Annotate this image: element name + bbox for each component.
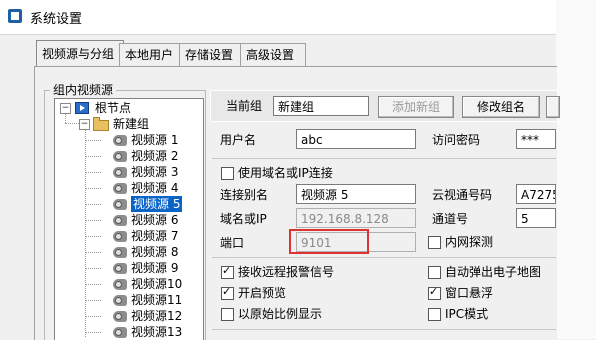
- remote-alarm-checkbox[interactable]: [221, 264, 234, 279]
- tree-source-item[interactable]: 视频源11: [131, 292, 182, 308]
- tree-source-item[interactable]: 视频源12: [131, 308, 182, 324]
- camera-icon: [113, 183, 127, 194]
- camera-icon: [113, 263, 127, 274]
- cloud-id-input[interactable]: A72753: [516, 184, 556, 204]
- camera-icon: [113, 215, 127, 226]
- camera-icon: [113, 327, 127, 338]
- channel-label: 通道号: [432, 212, 469, 226]
- tree-source-item[interactable]: 视频源 4: [131, 180, 178, 196]
- cloud-id-label: 云视通号码: [432, 188, 493, 202]
- title-bar: 系统设置: [0, 0, 556, 35]
- tree-source-item[interactable]: 视频源 6: [131, 212, 178, 228]
- port-label: 端口: [220, 236, 245, 250]
- preview-label: 开启预览: [238, 286, 287, 300]
- password-input[interactable]: ***: [516, 129, 556, 149]
- auto-map-label: 自动弹出电子地图: [445, 265, 542, 279]
- more-button[interactable]: [546, 96, 560, 118]
- window-float-checkbox[interactable]: [428, 285, 441, 300]
- camera-icon: [113, 167, 127, 178]
- tree-source-item[interactable]: 视频源 8: [131, 244, 178, 260]
- divider: [212, 329, 556, 330]
- tree-group-node[interactable]: 新建组: [113, 116, 149, 132]
- tab-local-users[interactable]: 本地用户: [119, 43, 183, 66]
- domain-input[interactable]: 192.168.8.128: [296, 208, 416, 228]
- remote-alarm-label: 接收远程报警信号: [238, 265, 335, 279]
- tab-advanced-settings[interactable]: 高级设置: [240, 43, 306, 66]
- source-tree[interactable]: − 根节点 − 新建组 视频源 1 视频源 2 视频源 3 视频源 4 视频源 5 视频源…: [54, 98, 204, 340]
- folder-icon: [93, 117, 109, 131]
- tree-source-item[interactable]: 视频源10: [131, 276, 182, 292]
- background-window: [556, 0, 596, 339]
- original-ratio-checkbox[interactable]: [221, 308, 234, 321]
- camera-icon: [113, 135, 127, 146]
- collapse-icon[interactable]: −: [79, 119, 90, 130]
- camera-icon: [113, 279, 127, 290]
- alias-input[interactable]: 视频源 5: [296, 184, 416, 204]
- root-node-icon: [75, 102, 89, 114]
- tab-video-source-group[interactable]: 视频源与分组: [36, 40, 124, 67]
- divider: [212, 257, 556, 258]
- ipc-mode-label: IPC模式: [445, 307, 489, 321]
- ipc-mode-checkbox[interactable]: [428, 308, 441, 321]
- add-group-button[interactable]: 添加新组: [378, 96, 454, 118]
- tree-root-node[interactable]: 根节点: [95, 100, 131, 116]
- lan-probe-label: 内网探测: [445, 235, 494, 249]
- camera-icon: [113, 231, 127, 242]
- rename-group-button[interactable]: 修改组名: [462, 96, 540, 118]
- camera-icon: [113, 295, 127, 306]
- channel-input[interactable]: 5: [516, 208, 556, 228]
- tab-storage-settings[interactable]: 存储设置: [179, 43, 245, 66]
- camera-icon: [113, 199, 127, 210]
- tree-source-item[interactable]: 视频源 2: [131, 148, 178, 164]
- camera-icon: [113, 151, 127, 162]
- current-group-input[interactable]: 新建组: [273, 96, 369, 116]
- tree-source-item[interactable]: 视频源13: [131, 324, 182, 340]
- divider: [212, 158, 556, 159]
- username-label: 用户名: [220, 133, 257, 147]
- username-input[interactable]: abc: [296, 129, 416, 149]
- camera-icon: [113, 311, 127, 322]
- use-domain-label: 使用域名或IP连接: [238, 166, 333, 180]
- original-ratio-label: 以原始比例显示: [238, 307, 323, 321]
- window-float-label: 窗口悬浮: [445, 286, 494, 300]
- tree-source-item[interactable]: 视频源 1: [131, 132, 178, 148]
- highlight-box: [289, 229, 369, 254]
- camera-icon: [113, 247, 127, 258]
- tree-source-item[interactable]: 视频源 3: [131, 164, 178, 180]
- tree-source-item[interactable]: 视频源 5: [131, 196, 183, 212]
- tree-source-item[interactable]: 视频源 9: [131, 260, 178, 276]
- current-group-label: 当前组: [226, 99, 263, 113]
- lan-probe-checkbox[interactable]: [428, 236, 441, 249]
- use-domain-checkbox[interactable]: [221, 167, 234, 180]
- password-label: 访问密码: [432, 133, 481, 147]
- app-icon: [8, 9, 22, 23]
- group-box-label: 组内视频源: [50, 81, 117, 98]
- domain-label: 域名或IP: [220, 212, 267, 226]
- tree-source-item[interactable]: 视频源 7: [131, 228, 178, 244]
- alias-label: 连接别名: [220, 188, 269, 202]
- preview-checkbox[interactable]: [221, 285, 234, 300]
- auto-map-checkbox[interactable]: [428, 266, 441, 279]
- background-window-left: [0, 34, 30, 114]
- collapse-icon[interactable]: −: [60, 103, 71, 114]
- window-title: 系统设置: [30, 12, 83, 27]
